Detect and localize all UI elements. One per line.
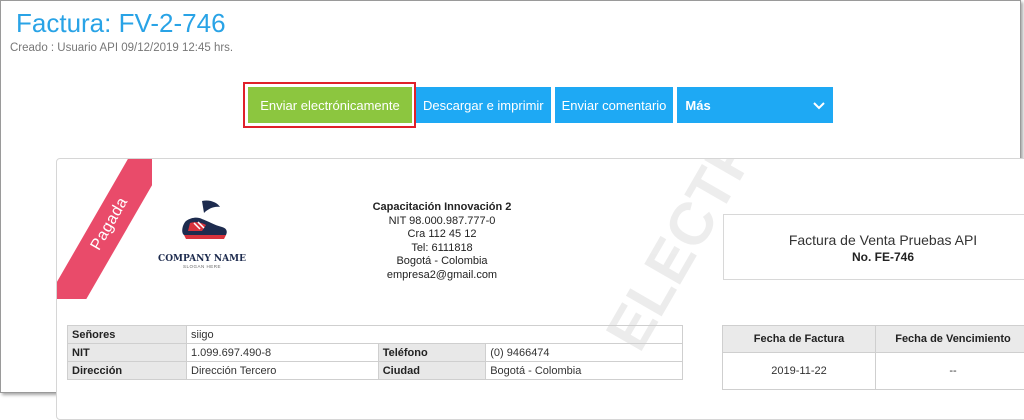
due-date-header: Fecha de Vencimiento <box>876 326 1024 353</box>
company-name: Capacitación Innovación 2 <box>337 201 547 215</box>
invoice-date-header: Fecha de Factura <box>723 326 876 353</box>
invoice-title: Factura de Venta Pruebas API <box>724 232 1024 248</box>
created-info: Creado : Usuario API 09/12/2019 12:45 hr… <box>10 42 233 54</box>
due-date-value: -- <box>876 353 1024 390</box>
invoice-title-box: Factura de Venta Pruebas API No. FE-746 <box>723 214 1024 280</box>
ciudad-value: Bogotá - Colombia <box>486 362 683 380</box>
senores-label: Señores <box>68 326 187 344</box>
more-label: Más <box>685 98 710 113</box>
status-ribbon-label: Pagada <box>88 194 133 253</box>
telefono-value: (0) 9466474 <box>486 344 683 362</box>
logo-company-name: COMPANY NAME <box>147 254 257 264</box>
dates-table: Fecha de Factura Fecha de Vencimiento 20… <box>722 325 1024 390</box>
telefono-label: Teléfono <box>378 344 486 362</box>
company-city: Bogotá - Colombia <box>337 255 547 269</box>
nit-value: 1.099.697.490-8 <box>187 344 379 362</box>
chevron-down-icon <box>813 98 825 113</box>
direccion-label: Dirección <box>68 362 187 380</box>
company-phone: Tel: 6111818 <box>337 242 547 256</box>
ciudad-label: Ciudad <box>378 362 486 380</box>
table-row: NIT 1.099.697.490-8 Teléfono (0) 9466474 <box>68 344 683 362</box>
client-table: Señores siigo NIT 1.099.697.490-8 Teléfo… <box>67 325 683 380</box>
company-info: Capacitación Innovación 2 NIT 98.000.987… <box>337 201 547 282</box>
status-ribbon: Pagada <box>57 159 152 299</box>
send-electronically-button[interactable]: Enviar electrónicamente <box>248 87 412 123</box>
invoice-number: No. FE-746 <box>724 250 1024 264</box>
company-address: Cra 112 45 12 <box>337 228 547 242</box>
download-print-button[interactable]: Descargar e imprimir <box>416 87 551 123</box>
action-toolbar: Enviar electrónicamente Descargar e impr… <box>248 87 833 123</box>
invoice-date-value: 2019-11-22 <box>723 353 876 390</box>
table-row: Fecha de Factura Fecha de Vencimiento <box>723 326 1024 353</box>
sneaker-icon <box>172 197 232 247</box>
company-logo: COMPANY NAME SLOGAN HERE <box>147 197 257 269</box>
company-nit: NIT 98.000.987.777-0 <box>337 215 547 229</box>
table-row: 2019-11-22 -- <box>723 353 1024 390</box>
direccion-value: Dirección Tercero <box>187 362 379 380</box>
table-row: Señores siigo <box>68 326 683 344</box>
send-comment-button[interactable]: Enviar comentario <box>555 87 674 123</box>
senores-value: siigo <box>187 326 683 344</box>
invoice-document: Pagada COMPANY NAME SLOGAN HERE Capacita… <box>56 158 1024 420</box>
company-email: empresa2@gmail.com <box>337 269 547 283</box>
page-title: Factura: FV-2-746 <box>16 8 226 39</box>
table-row: Dirección Dirección Tercero Ciudad Bogot… <box>68 362 683 380</box>
logo-slogan: SLOGAN HERE <box>147 264 257 269</box>
more-dropdown[interactable]: Más <box>677 87 833 123</box>
nit-label: NIT <box>68 344 187 362</box>
